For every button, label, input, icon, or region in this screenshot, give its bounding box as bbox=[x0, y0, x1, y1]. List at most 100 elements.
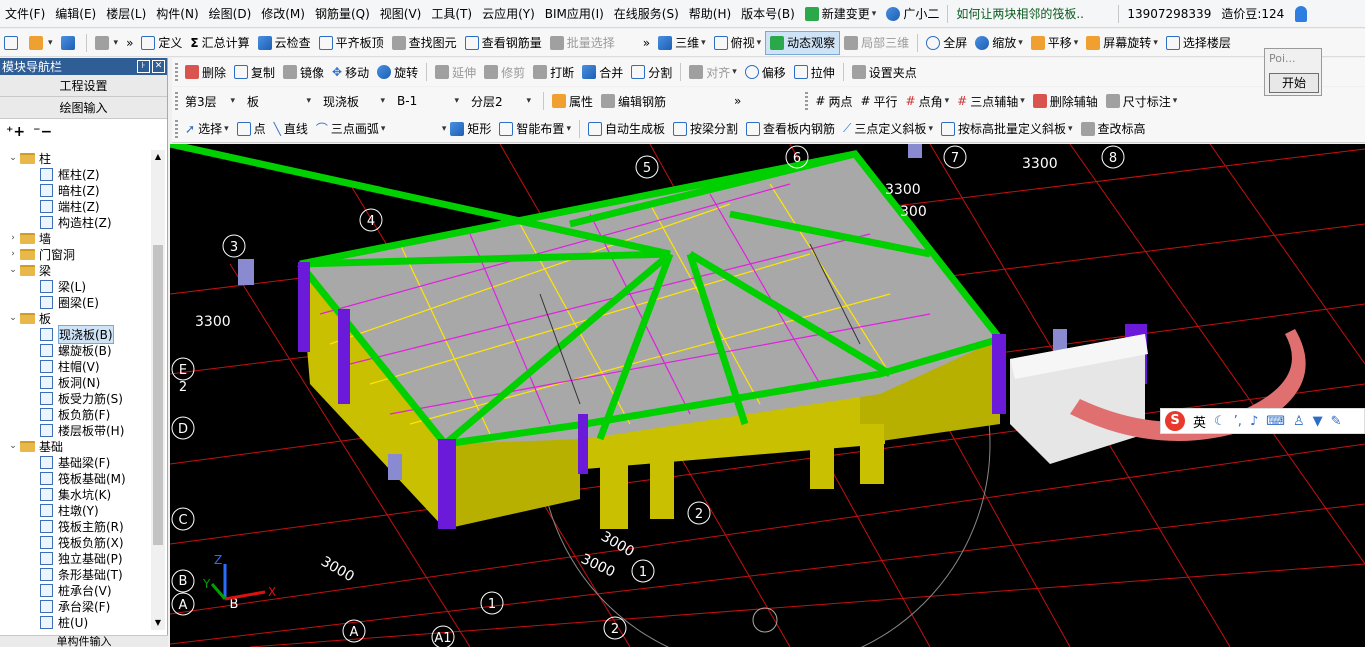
toolbar-grip[interactable] bbox=[175, 119, 178, 138]
cloud-check-button[interactable]: 云检查 bbox=[254, 31, 315, 55]
user-icon[interactable]: ♙ bbox=[1293, 414, 1305, 429]
menu-view[interactable]: 视图(V) bbox=[375, 0, 427, 28]
tree-item[interactable]: 暗柱(Z) bbox=[0, 182, 150, 198]
tree-folder[interactable]: ⌄ 柱 bbox=[0, 150, 150, 166]
three-point-axis-button[interactable]: # 三点辅轴 ▾ bbox=[953, 89, 1029, 113]
toolbar-grip[interactable] bbox=[175, 92, 178, 110]
type-select[interactable]: 现浇板 ▾ bbox=[319, 90, 389, 112]
collapse-all-icon[interactable]: ⁻− bbox=[33, 124, 52, 140]
3d-viewport[interactable]: 1 2 2 3 4 5 6 7 8 1 A A1 B B C D E 2 A 3… bbox=[170, 144, 1365, 647]
top-view-button[interactable]: 俯视 ▾ bbox=[710, 31, 766, 55]
split-button[interactable]: 分割 bbox=[627, 60, 676, 84]
menu-bim[interactable]: BIM应用(I) bbox=[540, 0, 609, 28]
tree-item[interactable]: 板负筋(F) bbox=[0, 406, 150, 422]
open-file-button[interactable]: ▾ bbox=[25, 31, 57, 55]
menu-help[interactable]: 帮助(H) bbox=[684, 0, 736, 28]
chevron-down-icon[interactable]: ⌄ bbox=[8, 313, 18, 323]
define-button[interactable]: 定义 bbox=[137, 31, 186, 55]
shirt-icon[interactable]: ▼ bbox=[1313, 414, 1323, 429]
tip-link[interactable]: 如何让两块相邻的筏板.. bbox=[951, 0, 1115, 28]
tree-folder[interactable]: ⌄ 基础 bbox=[0, 438, 150, 454]
fullscreen-button[interactable]: 全屏 bbox=[922, 31, 971, 55]
more-icon[interactable]: » bbox=[122, 36, 137, 50]
floor-select[interactable]: 第3层 ▾ bbox=[181, 90, 239, 112]
dimension-button[interactable]: 尺寸标注 ▾ bbox=[1102, 89, 1182, 113]
arc-button[interactable]: ⌒ 三点画弧 ▾ bbox=[312, 117, 432, 141]
chevron-right-icon[interactable]: › bbox=[8, 233, 18, 243]
tree-item[interactable]: 现浇板(B) bbox=[0, 324, 150, 344]
find-element-button[interactable]: 查找图元 bbox=[388, 31, 461, 55]
punctuation-icon[interactable]: ’, bbox=[1234, 414, 1242, 429]
tree-item[interactable]: 构造柱(Z) bbox=[0, 214, 150, 230]
tree-item[interactable]: 筏板负筋(X) bbox=[0, 534, 150, 550]
point-button[interactable]: 点 bbox=[233, 117, 270, 141]
tree-item[interactable]: 桩(U) bbox=[0, 614, 150, 630]
tree-scrollbar[interactable]: ▲ ▼ bbox=[151, 150, 165, 630]
tree-item[interactable]: 独立基础(P) bbox=[0, 550, 150, 566]
two-point-button[interactable]: # 两点 bbox=[811, 89, 856, 113]
offset-button[interactable]: 偏移 bbox=[741, 60, 790, 84]
tab-project-settings[interactable]: 工程设置 bbox=[0, 75, 167, 97]
tab-drawing-input[interactable]: 绘图输入 bbox=[0, 97, 167, 119]
beam-split-button[interactable]: 按梁分割 bbox=[669, 117, 742, 141]
batch-select-button[interactable]: 批量选择 bbox=[546, 31, 619, 55]
flush-slab-button[interactable]: 平齐板顶 bbox=[315, 31, 388, 55]
break-button[interactable]: 打断 bbox=[529, 60, 578, 84]
select-floor-button[interactable]: 选择楼层 bbox=[1162, 31, 1235, 55]
line-button[interactable]: ╲ 直线 bbox=[270, 117, 312, 141]
view-3d-button[interactable]: 三维 ▾ bbox=[654, 31, 710, 55]
delete-button[interactable]: 删除 bbox=[181, 60, 230, 84]
smart-layout-button[interactable]: 智能布置 ▾ bbox=[495, 117, 575, 141]
undo-button[interactable]: ▾ bbox=[91, 31, 123, 55]
merge-button[interactable]: 合并 bbox=[578, 60, 627, 84]
menu-file[interactable]: 文件(F) bbox=[0, 0, 50, 28]
trim-button[interactable]: 修剪 bbox=[480, 60, 529, 84]
rotate-button[interactable]: 旋转 bbox=[373, 60, 422, 84]
tree-item[interactable]: 楼层板带(H) bbox=[0, 422, 150, 438]
toolbar-grip[interactable] bbox=[805, 92, 809, 110]
menu-component[interactable]: 构件(N) bbox=[151, 0, 203, 28]
tree-item[interactable]: 柱墩(Y) bbox=[0, 502, 150, 518]
mirror-button[interactable]: 镜像 bbox=[279, 60, 328, 84]
tree-folder[interactable]: › 墙 bbox=[0, 230, 150, 246]
bell-icon[interactable] bbox=[1295, 5, 1308, 22]
chevron-down-icon[interactable]: ⌄ bbox=[8, 441, 18, 451]
tree-item[interactable]: 板洞(N) bbox=[0, 374, 150, 390]
tree-item[interactable]: 柱帽(V) bbox=[0, 358, 150, 374]
batch-slope-button[interactable]: 按标高批量定义斜板 ▾ bbox=[937, 117, 1077, 141]
menu-online[interactable]: 在线服务(S) bbox=[609, 0, 684, 28]
assistant-button[interactable]: 广小二 bbox=[881, 0, 944, 28]
menu-cloud[interactable]: 云应用(Y) bbox=[477, 0, 540, 28]
tree-item[interactable]: 筏板主筋(R) bbox=[0, 518, 150, 534]
delete-axis-button[interactable]: 删除辅轴 bbox=[1029, 89, 1102, 113]
toolbar-grip[interactable] bbox=[175, 63, 178, 81]
tree-item[interactable]: 梁(L) bbox=[0, 278, 150, 294]
start-button[interactable]: 开始 bbox=[1269, 73, 1319, 93]
parallel-button[interactable]: # 平行 bbox=[856, 89, 901, 113]
menu-modify[interactable]: 修改(M) bbox=[256, 0, 310, 28]
new-change-button[interactable]: 新建变更 ▾ bbox=[800, 0, 882, 28]
category-select[interactable]: 板 ▾ bbox=[243, 90, 315, 112]
point-angle-button[interactable]: # 点角 ▾ bbox=[902, 89, 954, 113]
tree-folder[interactable]: ⌄ 梁 bbox=[0, 262, 150, 278]
layer-select[interactable]: 分层2 ▾ bbox=[467, 90, 535, 112]
tree-item[interactable]: 板受力筋(S) bbox=[0, 390, 150, 406]
microphone-icon[interactable]: ♪ bbox=[1250, 414, 1258, 429]
model-canvas[interactable]: 1 2 2 3 4 5 6 7 8 1 A A1 B B C D E 2 A 3… bbox=[170, 144, 1365, 647]
local-3d-button[interactable]: 局部三维 bbox=[840, 31, 913, 55]
check-elev-button[interactable]: 查改标高 bbox=[1077, 117, 1150, 141]
single-input-tab[interactable]: 单构件输入 bbox=[0, 635, 168, 647]
move-button[interactable]: ✥ 移动 bbox=[328, 60, 373, 84]
auto-gen-slab-button[interactable]: 自动生成板 bbox=[584, 117, 669, 141]
menu-rebar[interactable]: 钢筋量(Q) bbox=[310, 0, 375, 28]
pin-icon[interactable]: ꜔ bbox=[137, 60, 150, 73]
menu-edit[interactable]: 编辑(E) bbox=[50, 0, 101, 28]
set-grip-button[interactable]: 设置夹点 bbox=[848, 60, 921, 84]
scroll-thumb[interactable] bbox=[153, 245, 163, 545]
more-icon[interactable]: » bbox=[639, 36, 654, 50]
scroll-up-icon[interactable]: ▲ bbox=[151, 150, 165, 164]
align-button[interactable]: 对齐 ▾ bbox=[685, 60, 741, 84]
new-file-button[interactable] bbox=[0, 31, 25, 55]
tree-item[interactable]: 圈梁(E) bbox=[0, 294, 150, 310]
tree-item[interactable]: 承台梁(F) bbox=[0, 598, 150, 614]
